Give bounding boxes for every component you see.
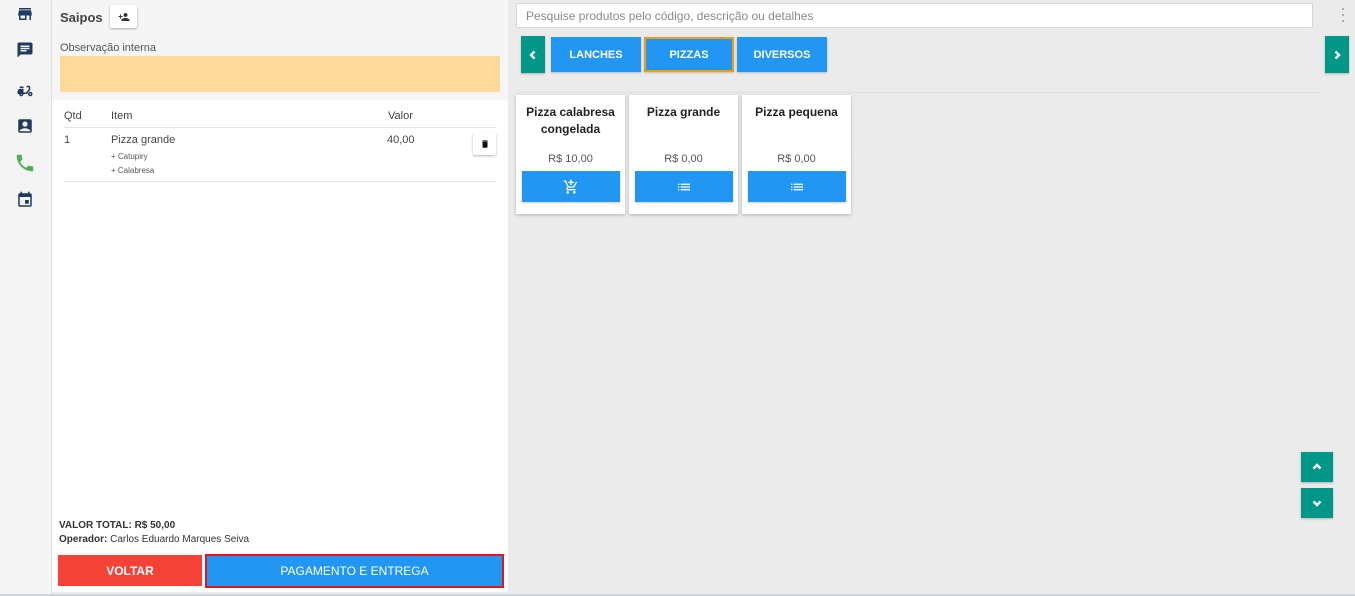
scroll-down-button[interactable] [1301, 488, 1333, 518]
order-items-table: Qtd Item Valor 1 Pizza grande + Catupiry… [64, 104, 496, 182]
scroll-up-button[interactable] [1301, 452, 1333, 482]
item-extra: + Catupiry [111, 152, 148, 161]
product-price: R$ 0,00 [777, 153, 816, 165]
item-name: Pizza grande [111, 134, 176, 146]
order-totals: VALOR TOTAL: R$ 50,00 Operador: Carlos E… [59, 519, 249, 547]
item-value: 40,00 [387, 134, 415, 146]
column-value: Valor [388, 110, 413, 122]
order-header: Saipos Observação interna [52, 0, 508, 100]
chevron-up-icon [1312, 463, 1322, 470]
total-value: R$ 50,00 [134, 520, 176, 531]
more-options-icon[interactable] [1337, 8, 1349, 22]
list-icon [791, 183, 803, 190]
contact-card-icon[interactable] [14, 115, 36, 137]
trash-icon [481, 140, 488, 148]
product-price: R$ 0,00 [664, 153, 703, 165]
product-name: Pizza pequena [755, 105, 838, 119]
chevron-left-icon [529, 50, 536, 59]
phone-icon[interactable] [12, 150, 38, 176]
list-icon [678, 183, 690, 190]
category-tab-pizzas[interactable]: PIZZAS [644, 37, 734, 72]
product-options-button[interactable] [635, 171, 733, 202]
change-customer-button[interactable] [110, 5, 137, 28]
product-search-input[interactable] [516, 3, 1313, 28]
operator-label: Operador: [59, 534, 108, 545]
internal-note-field[interactable] [60, 56, 500, 92]
payment-delivery-button[interactable]: PAGAMENTO E ENTREGA [205, 554, 504, 588]
store-icon[interactable] [14, 3, 36, 25]
product-price: R$ 10,00 [548, 153, 593, 165]
person-switch-icon [118, 12, 129, 21]
column-qty: Qtd [64, 110, 82, 122]
add-to-cart-icon [563, 179, 578, 194]
item-qty: 1 [64, 134, 71, 146]
product-name: Pizza calabresa congelada [526, 105, 615, 136]
delivery-scooter-icon[interactable] [14, 80, 36, 102]
product-card: Pizza grande R$ 0,00 [629, 95, 738, 214]
divider [516, 92, 1320, 93]
category-tab-diversos[interactable]: DIVERSOS [737, 37, 827, 72]
categories-next-button[interactable] [1325, 36, 1349, 73]
internal-note-label: Observação interna [60, 42, 156, 54]
chat-icon[interactable] [14, 39, 36, 61]
product-options-button[interactable] [748, 171, 846, 202]
item-extra: + Calabresa [111, 166, 155, 175]
calendar-icon[interactable] [14, 189, 36, 211]
column-item: Item [111, 110, 133, 122]
table-header: Qtd Item Valor [64, 104, 496, 128]
product-name: Pizza grande [646, 105, 721, 119]
categories-prev-button[interactable] [521, 36, 545, 73]
customer-name: Saipos [60, 10, 103, 25]
total-label: VALOR TOTAL: [59, 520, 132, 531]
chevron-right-icon [1334, 50, 1341, 59]
chevron-down-icon [1312, 500, 1322, 507]
side-rail [0, 0, 52, 596]
category-tab-lanches[interactable]: LANCHES [551, 37, 641, 72]
product-card: Pizza calabresa congelada R$ 10,00 [516, 95, 625, 214]
operator-name: Carlos Eduardo Marques Seiva [110, 534, 250, 545]
back-button[interactable]: VOLTAR [58, 555, 202, 586]
delete-item-button[interactable] [473, 133, 496, 155]
table-row: 1 Pizza grande + Catupiry + Calabresa 40… [64, 128, 496, 182]
product-card: Pizza pequena R$ 0,00 [742, 95, 851, 214]
add-to-cart-button[interactable] [522, 171, 620, 202]
order-panel: Saipos Observação interna Qtd Item Valor… [52, 0, 508, 592]
